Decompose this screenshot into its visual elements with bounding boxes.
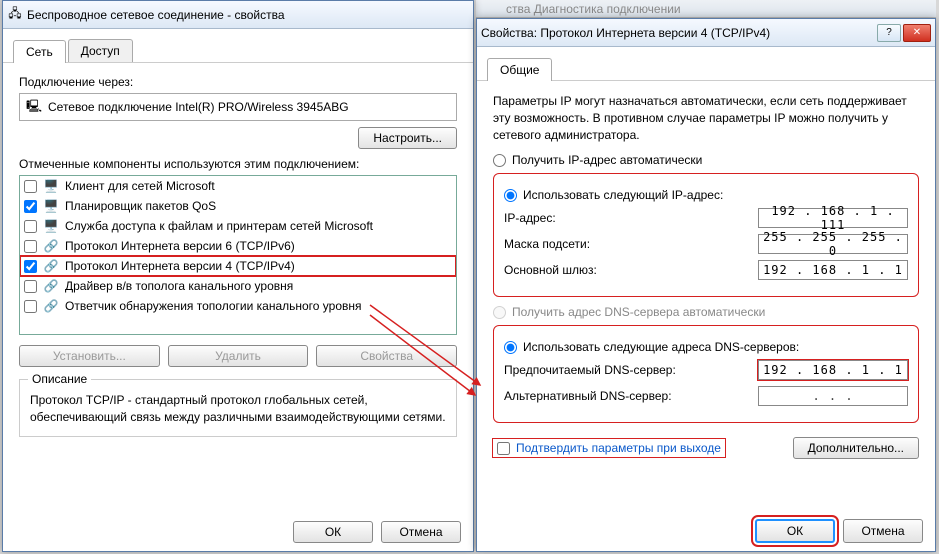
ok-button[interactable]: ОК [755, 519, 835, 543]
properties-button[interactable]: Свойства [316, 345, 457, 367]
remove-button[interactable]: Удалить [168, 345, 309, 367]
titlebar: Свойства: Протокол Интернета версии 4 (T… [477, 19, 935, 47]
radio-input [493, 306, 506, 319]
cancel-button[interactable]: Отмена [843, 519, 923, 543]
list-item[interactable]: 🔗 Ответчик обнаружения топологии канальн… [20, 296, 456, 316]
list-item[interactable]: 🔗 Протокол Интернета версии 4 (TCP/IPv4) [20, 256, 456, 276]
radio-input[interactable] [504, 341, 517, 354]
adapter-properties-window: 🖧 Беспроводное сетевое соединение - свой… [2, 0, 474, 552]
item-label: Протокол Интернета версии 6 (TCP/IPv6) [65, 239, 295, 253]
item-label: Планировщик пакетов QoS [65, 199, 216, 213]
mask-label: Маска подсети: [504, 237, 758, 251]
ip-input[interactable]: 192 . 168 . 1 . 111 [758, 208, 908, 228]
protocol-icon: 🔗 [43, 298, 59, 314]
dns1-input[interactable]: 192 . 168 . 1 . 1 [758, 360, 908, 380]
protocol-icon: 🔗 [43, 238, 59, 254]
item-checkbox[interactable] [24, 220, 37, 233]
service-icon: 🖥️ [43, 198, 59, 214]
advanced-button[interactable]: Дополнительно... [793, 437, 919, 459]
item-checkbox[interactable] [24, 240, 37, 253]
manual-dns-group: Использовать следующие адреса DNS-сервер… [493, 325, 919, 423]
item-checkbox[interactable] [24, 300, 37, 313]
protocol-icon: 🔗 [43, 258, 59, 274]
radio-manual-dns[interactable]: Использовать следующие адреса DNS-сервер… [504, 340, 908, 354]
titlebar: 🖧 Беспроводное сетевое соединение - свой… [3, 1, 473, 29]
nic-icon: 🖳 [26, 99, 42, 115]
ipv4-properties-window: Свойства: Протокол Интернета версии 4 (T… [476, 18, 936, 552]
item-label: Служба доступа к файлам и принтерам сете… [65, 219, 373, 233]
tab-access[interactable]: Доступ [68, 39, 133, 62]
radio-auto-ip[interactable]: Получить IP-адрес автоматически [493, 153, 919, 167]
close-button[interactable]: ✕ [903, 24, 931, 42]
item-label: Протокол Интернета версии 4 (TCP/IPv4) [65, 259, 295, 273]
confirm-checkbox[interactable]: Подтвердить параметры при выходе [493, 439, 725, 457]
client-icon: 🖥️ [43, 178, 59, 194]
connect-via-label: Подключение через: [19, 75, 457, 89]
list-item[interactable]: 🔗 Драйвер в/в тополога канального уровня [20, 276, 456, 296]
manual-ip-group: Использовать следующий IP-адрес: IP-адре… [493, 173, 919, 297]
dns1-label: Предпочитаемый DNS-сервер: [504, 363, 758, 377]
components-list[interactable]: 🖥️ Клиент для сетей Microsoft 🖥️ Планиро… [19, 175, 457, 335]
item-checkbox[interactable] [24, 180, 37, 193]
tab-bar: Общие [477, 47, 935, 81]
mask-input[interactable]: 255 . 255 . 255 . 0 [758, 234, 908, 254]
dns2-label: Альтернативный DNS-сервер: [504, 389, 758, 403]
window-title: Беспроводное сетевое соединение - свойст… [27, 8, 469, 22]
adapter-name: Сетевое подключение Intel(R) PRO/Wireles… [48, 100, 349, 114]
item-checkbox[interactable] [24, 200, 37, 213]
radio-input[interactable] [493, 154, 506, 167]
description-title: Описание [28, 372, 91, 386]
checkbox-input[interactable] [497, 442, 510, 455]
cancel-button[interactable]: Отмена [381, 521, 461, 543]
radio-auto-dns: Получить адрес DNS-сервера автоматически [493, 305, 919, 319]
window-title: Свойства: Протокол Интернета версии 4 (T… [481, 26, 877, 40]
list-item[interactable]: 🖥️ Служба доступа к файлам и принтерам с… [20, 216, 456, 236]
network-icon: 🖧 [7, 7, 23, 23]
description-group: Описание Протокол TCP/IP - стандартный п… [19, 379, 457, 437]
item-checkbox[interactable] [24, 260, 37, 273]
item-label: Ответчик обнаружения топологии канальног… [65, 299, 362, 313]
info-text: Параметры IP могут назначаться автоматич… [493, 93, 919, 143]
item-checkbox[interactable] [24, 280, 37, 293]
description-text: Протокол TCP/IP - стандартный протокол г… [30, 392, 446, 426]
dns2-input[interactable]: . . . [758, 386, 908, 406]
install-button[interactable]: Установить... [19, 345, 160, 367]
gateway-label: Основной шлюз: [504, 263, 758, 277]
protocol-icon: 🔗 [43, 278, 59, 294]
list-item[interactable]: 🖥️ Клиент для сетей Microsoft [20, 176, 456, 196]
tab-general[interactable]: Общие [487, 58, 552, 81]
gateway-input[interactable]: 192 . 168 . 1 . 1 [758, 260, 908, 280]
background-tab-strip: ства Диагностика подключении [476, 0, 936, 18]
components-label: Отмеченные компоненты используются этим … [19, 157, 457, 171]
adapter-box: 🖳 Сетевое подключение Intel(R) PRO/Wirel… [19, 93, 457, 121]
radio-manual-ip[interactable]: Использовать следующий IP-адрес: [504, 188, 908, 202]
service-icon: 🖥️ [43, 218, 59, 234]
tab-bar: Сеть Доступ [3, 29, 473, 63]
list-item[interactable]: 🔗 Протокол Интернета версии 6 (TCP/IPv6) [20, 236, 456, 256]
ip-label: IP-адрес: [504, 211, 758, 225]
tab-network[interactable]: Сеть [13, 40, 66, 63]
ok-button[interactable]: ОК [293, 521, 373, 543]
help-button[interactable]: ? [877, 24, 901, 42]
radio-input[interactable] [504, 189, 517, 202]
list-item[interactable]: 🖥️ Планировщик пакетов QoS [20, 196, 456, 216]
configure-button[interactable]: Настроить... [358, 127, 457, 149]
item-label: Клиент для сетей Microsoft [65, 179, 215, 193]
item-label: Драйвер в/в тополога канального уровня [65, 279, 293, 293]
